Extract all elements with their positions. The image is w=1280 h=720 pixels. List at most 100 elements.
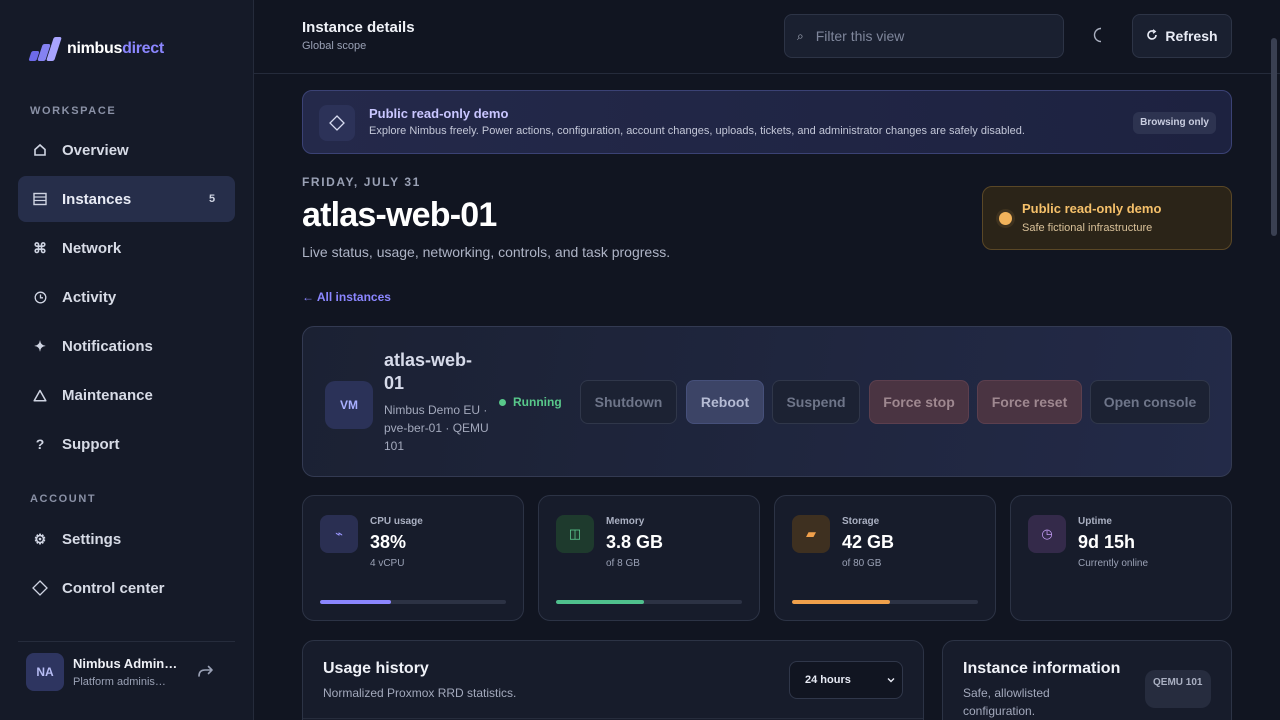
status-badge: Running	[499, 395, 562, 409]
account-section-label: ACCOUNT	[30, 493, 97, 505]
sidebar-item-instances[interactable]: Instances 5	[18, 176, 235, 222]
sidebar-item-settings[interactable]: ⚙ Settings	[18, 516, 235, 562]
cpu-progress-fill	[320, 600, 391, 604]
search-box[interactable]: ⌕	[784, 14, 1064, 58]
sidebar-item-support[interactable]: ? Support	[18, 421, 235, 467]
gear-icon: ⚙	[33, 530, 47, 547]
network-icon: ⌘	[33, 239, 47, 256]
instance-information-panel: Instance information Safe, allowlisted c…	[942, 640, 1232, 720]
cpu-progress-bar	[320, 600, 506, 604]
sidebar-item-label: Control center	[62, 579, 165, 597]
search-icon: ⌕	[797, 28, 804, 43]
storage-progress-bar	[792, 600, 978, 604]
reboot-button[interactable]: Reboot	[686, 380, 764, 424]
instance-name: atlas-web-01	[384, 350, 473, 393]
instances-count-badge: 5	[208, 193, 216, 205]
force-stop-button[interactable]: Force stop	[869, 380, 969, 424]
instance-summary-card: VM atlas-web-01 Nimbus Demo EU · pve-ber…	[302, 326, 1232, 477]
stat-value: 3.8 GB	[606, 532, 664, 552]
sidebar-item-network[interactable]: ⌘ Network	[18, 225, 235, 271]
workspace-section-label: WORKSPACE	[30, 105, 117, 117]
status-label: Running	[513, 395, 562, 409]
sidebar-item-label: Instances	[62, 190, 132, 208]
sidebar-item-label: Support	[62, 435, 120, 453]
browsing-only-badge: Browsing only	[1133, 112, 1216, 134]
storage-progress-fill	[792, 600, 890, 604]
force-reset-button[interactable]: Force reset	[977, 380, 1082, 424]
all-instances-link[interactable]: ← All instances	[302, 290, 391, 304]
stat-label: Memory	[606, 516, 645, 527]
stat-value: 42 GB	[842, 532, 895, 552]
sidebar-item-activity[interactable]: Activity	[18, 274, 235, 320]
demo-status-card: Public read-only demo Safe fictional inf…	[982, 186, 1232, 250]
stat-sub: of 8 GB	[606, 558, 640, 569]
suspend-button[interactable]: Suspend	[772, 380, 860, 424]
cpu-icon: ⌁	[320, 515, 358, 553]
theme-toggle-moon-icon[interactable]	[1090, 26, 1110, 46]
diamond-icon	[32, 580, 48, 596]
help-icon: ?	[35, 436, 45, 452]
refresh-label: Refresh	[1165, 28, 1218, 44]
sidebar: nimbusdirect WORKSPACE Overview Instance…	[0, 0, 254, 720]
clock-icon: ◷	[1028, 515, 1066, 553]
uptime-card: ◷ Uptime 9d 15h Currently online	[1010, 495, 1232, 621]
avatar[interactable]: NA	[26, 653, 64, 691]
top-header: Instance details Global scope ⌕ Refresh	[254, 0, 1280, 74]
page-title: atlas-web-01	[302, 196, 497, 234]
vm-type-badge: VM	[325, 381, 373, 429]
status-dot	[499, 398, 506, 406]
sidebar-item-label: Overview	[62, 141, 129, 159]
stat-sub: 4 vCPU	[370, 558, 405, 569]
sidebar-item-label: Settings	[62, 530, 122, 548]
sidebar-item-maintenance[interactable]: Maintenance	[18, 372, 235, 418]
brand-logo[interactable]: nimbusdirect	[27, 37, 164, 61]
panel-subtitle: Normalized Proxmox RRD statistics.	[323, 686, 517, 700]
clock-icon	[32, 291, 48, 304]
sidebar-item-notifications[interactable]: ✦ Notifications	[18, 323, 235, 369]
time-range-value: 24 hours	[805, 674, 851, 686]
header-title: Instance details	[302, 19, 415, 36]
sidebar-item-label: Network	[62, 239, 122, 257]
sidebar-item-overview[interactable]: Overview	[18, 127, 235, 173]
server-icon	[32, 192, 48, 206]
instance-meta: Nimbus Demo EU · pve-ber-01 · QEMU 101	[384, 403, 489, 453]
logo-icon	[27, 37, 62, 61]
sparkle-icon: ✦	[34, 337, 46, 354]
time-range-select[interactable]: 24 hours	[789, 661, 903, 699]
brand-name: nimbusdirect	[67, 40, 164, 57]
demo-status-dot	[999, 212, 1012, 225]
sidebar-item-label: Activity	[62, 288, 117, 306]
page-subtitle: Live status, usage, networking, controls…	[302, 244, 671, 260]
usage-history-panel: Usage history Normalized Proxmox RRD sta…	[302, 640, 924, 720]
stat-value: 38%	[370, 532, 407, 552]
demo-card-title: Public read-only demo	[1022, 201, 1162, 216]
storage-card: ▰ Storage 42 GB of 80 GB	[774, 495, 996, 621]
demo-banner: Public read-only demo Explore Nimbus fre…	[302, 90, 1232, 154]
scrollbar-thumb[interactable]	[1271, 38, 1277, 236]
stat-value: 9d 15h	[1078, 532, 1136, 552]
banner-title: Public read-only demo	[369, 106, 509, 121]
shutdown-button[interactable]: Shutdown	[580, 380, 677, 424]
stat-label: Storage	[842, 516, 880, 527]
memory-card: ◫ Memory 3.8 GB of 8 GB	[538, 495, 760, 621]
cpu-usage-card: ⌁ CPU usage 38% 4 vCPU	[302, 495, 524, 621]
sidebar-item-label: Notifications	[62, 337, 153, 355]
open-console-button[interactable]: Open console	[1090, 380, 1210, 424]
stat-sub: Currently online	[1078, 558, 1149, 569]
refresh-icon	[1146, 28, 1158, 44]
stat-sub: of 80 GB	[842, 558, 882, 569]
user-name: Nimbus Admin…	[73, 656, 178, 671]
stat-label: CPU usage	[370, 516, 423, 527]
logout-icon[interactable]	[196, 661, 216, 681]
refresh-button[interactable]: Refresh	[1132, 14, 1232, 58]
qemu-tag: QEMU 101	[1145, 670, 1211, 708]
memory-progress-bar	[556, 600, 742, 604]
sidebar-item-label: Maintenance	[62, 386, 153, 404]
chevron-down-icon	[886, 675, 896, 685]
panel-title: Instance information	[963, 660, 1121, 677]
warning-icon	[32, 389, 48, 402]
sidebar-divider	[18, 641, 235, 642]
sidebar-item-control-center[interactable]: Control center	[18, 565, 235, 611]
header-subtitle: Global scope	[302, 40, 367, 52]
search-input[interactable]	[815, 28, 1036, 44]
